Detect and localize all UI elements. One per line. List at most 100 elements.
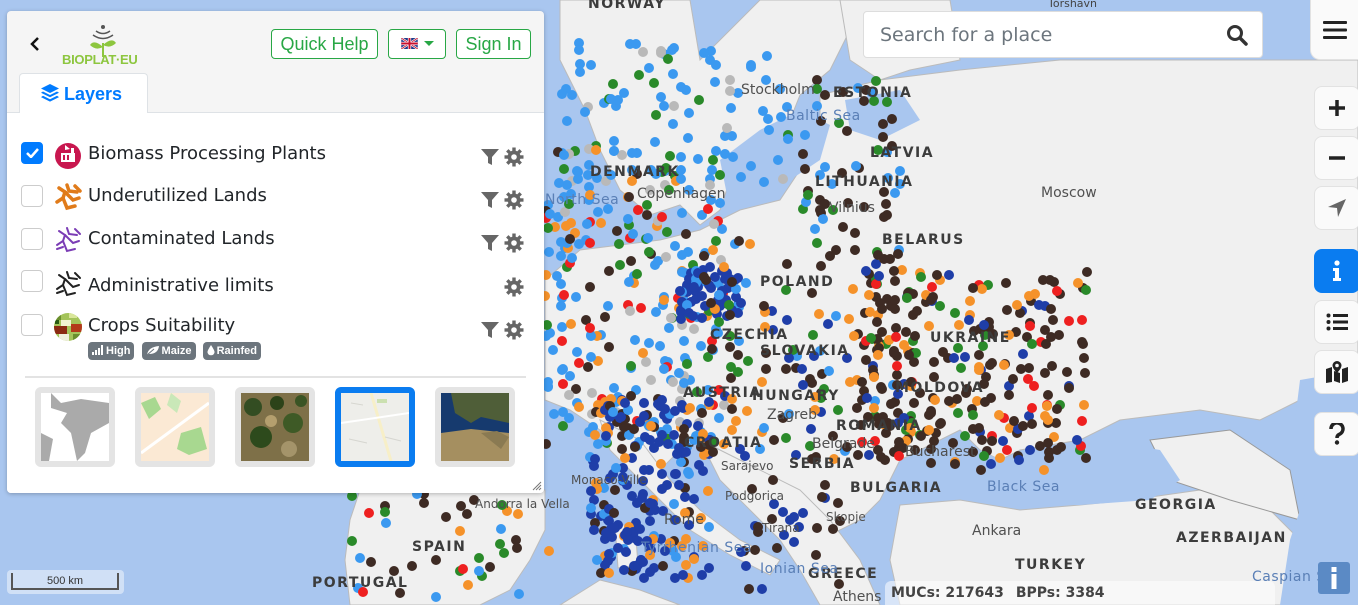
basemap-openstreetmap[interactable] bbox=[135, 387, 215, 467]
biomass-plant-point[interactable] bbox=[968, 423, 979, 434]
biomass-plant-point[interactable] bbox=[959, 351, 970, 362]
biomass-plant-point[interactable] bbox=[721, 123, 732, 134]
biomass-plant-point[interactable] bbox=[346, 536, 357, 547]
biomass-plant-point[interactable] bbox=[797, 508, 808, 519]
biomass-plant-point[interactable] bbox=[627, 228, 638, 239]
biomass-plant-point[interactable] bbox=[803, 189, 814, 200]
gear-icon[interactable] bbox=[504, 277, 524, 297]
biomass-plant-point[interactable] bbox=[606, 93, 617, 104]
gear-icon[interactable] bbox=[504, 190, 524, 210]
biomass-plant-point[interactable] bbox=[1045, 303, 1056, 314]
biomass-plant-point[interactable] bbox=[1024, 321, 1035, 332]
biomass-plant-point[interactable] bbox=[781, 259, 792, 270]
biomass-plant-point[interactable] bbox=[676, 207, 687, 218]
biomass-plant-point[interactable] bbox=[698, 47, 709, 58]
biomass-plant-point[interactable] bbox=[873, 271, 884, 282]
biomass-plant-point[interactable] bbox=[817, 491, 828, 502]
biomass-plant-point[interactable] bbox=[843, 314, 854, 325]
biomass-plant-point[interactable] bbox=[380, 517, 391, 528]
biomass-plant-point[interactable] bbox=[669, 468, 680, 479]
tab-layers[interactable]: Layers bbox=[19, 73, 148, 114]
biomass-plant-point[interactable] bbox=[732, 349, 743, 360]
biomass-plant-point[interactable] bbox=[713, 317, 724, 328]
biomass-plant-point[interactable] bbox=[454, 525, 465, 536]
biomass-plant-point[interactable] bbox=[780, 363, 791, 374]
biomass-plant-point[interactable] bbox=[564, 412, 575, 423]
biomass-plant-point[interactable] bbox=[817, 213, 828, 224]
biomass-plant-point[interactable] bbox=[696, 312, 707, 323]
biomass-plant-point[interactable] bbox=[584, 281, 595, 292]
biomass-plant-point[interactable] bbox=[679, 492, 690, 503]
biomass-plant-point[interactable] bbox=[561, 115, 572, 126]
biomass-plant-point[interactable] bbox=[1052, 403, 1063, 414]
biomass-plant-point[interactable] bbox=[656, 484, 667, 495]
biomass-plant-point[interactable] bbox=[812, 522, 823, 533]
biomass-plant-point[interactable] bbox=[1076, 336, 1087, 347]
biomass-plant-point[interactable] bbox=[762, 50, 773, 61]
biomass-plant-point[interactable] bbox=[1011, 300, 1022, 311]
biomass-plant-point[interactable] bbox=[668, 498, 679, 509]
locate-button[interactable] bbox=[1314, 186, 1358, 230]
biomass-plant-point[interactable] bbox=[879, 454, 890, 465]
help-button[interactable] bbox=[1314, 412, 1358, 456]
biomass-plant-point[interactable] bbox=[498, 547, 509, 558]
biomass-plant-point[interactable] bbox=[856, 377, 867, 388]
basemap-satellite-closeup[interactable] bbox=[235, 387, 315, 467]
biomass-plant-point[interactable] bbox=[585, 485, 596, 496]
biomass-plant-point[interactable] bbox=[603, 567, 614, 578]
biomass-plant-point[interactable] bbox=[624, 305, 635, 316]
zoom-in-button[interactable] bbox=[1314, 86, 1358, 130]
biomass-plant-point[interactable] bbox=[637, 46, 648, 57]
biomass-plant-point[interactable] bbox=[585, 502, 596, 513]
biomass-plant-point[interactable] bbox=[1001, 305, 1012, 316]
biomass-plant-point[interactable] bbox=[953, 407, 964, 418]
biomass-plant-point[interactable] bbox=[758, 422, 769, 433]
search-icon[interactable] bbox=[1226, 24, 1248, 46]
biomass-plant-point[interactable] bbox=[726, 276, 737, 287]
layer-checkbox[interactable] bbox=[21, 185, 43, 207]
biomass-plant-point[interactable] bbox=[849, 228, 860, 239]
biomass-plant-point[interactable] bbox=[1078, 353, 1089, 364]
biomass-plant-point[interactable] bbox=[1076, 314, 1087, 325]
info-button[interactable] bbox=[1314, 249, 1358, 293]
biomass-plant-point[interactable] bbox=[872, 350, 883, 361]
filter-icon[interactable] bbox=[480, 190, 500, 210]
biomass-plant-point[interactable] bbox=[735, 298, 746, 309]
biomass-plant-point[interactable] bbox=[708, 219, 719, 230]
layer-checkbox[interactable] bbox=[21, 270, 43, 292]
biomass-plant-point[interactable] bbox=[365, 556, 376, 567]
biomass-plant-point[interactable] bbox=[600, 431, 611, 442]
biomass-plant-point[interactable] bbox=[697, 290, 708, 301]
basemap-satellite-world[interactable] bbox=[435, 387, 515, 467]
resize-handle-icon[interactable] bbox=[532, 481, 542, 491]
biomass-plant-point[interactable] bbox=[558, 149, 569, 160]
biomass-plant-point[interactable] bbox=[680, 559, 691, 570]
layer-checkbox[interactable] bbox=[21, 228, 43, 250]
biomass-plant-point[interactable] bbox=[626, 147, 637, 158]
biomass-plant-point[interactable] bbox=[926, 281, 937, 292]
biomass-plant-point[interactable] bbox=[724, 85, 735, 96]
language-dropdown[interactable] bbox=[388, 29, 446, 59]
gear-icon[interactable] bbox=[504, 147, 524, 167]
biomass-plant-point[interactable] bbox=[619, 398, 630, 409]
biomass-plant-point[interactable] bbox=[667, 119, 678, 130]
biomass-plant-point[interactable] bbox=[865, 306, 876, 317]
biomass-plant-point[interactable] bbox=[636, 554, 647, 565]
biomass-plant-point[interactable] bbox=[777, 507, 788, 518]
biomass-plant-point[interactable] bbox=[1042, 390, 1053, 400]
biomass-plant-point[interactable] bbox=[600, 528, 611, 539]
biomass-plant-point[interactable] bbox=[603, 548, 614, 559]
biomass-plant-point[interactable] bbox=[559, 163, 569, 174]
biomass-plant-point[interactable] bbox=[781, 315, 792, 325]
biomass-plant-point[interactable] bbox=[678, 424, 689, 435]
biomass-plant-point[interactable] bbox=[1028, 380, 1039, 391]
biomass-plant-point[interactable] bbox=[734, 235, 745, 246]
biomass-plant-point[interactable] bbox=[543, 246, 554, 257]
biomass-plant-point[interactable] bbox=[763, 124, 774, 135]
biomass-plant-point[interactable] bbox=[943, 395, 954, 406]
biomass-plant-point[interactable] bbox=[775, 112, 786, 123]
biomass-plant-point[interactable] bbox=[891, 370, 902, 381]
biomass-plant-point[interactable] bbox=[772, 155, 783, 166]
basemap-light-streets[interactable] bbox=[335, 387, 415, 467]
biomass-plant-point[interactable] bbox=[682, 132, 693, 143]
